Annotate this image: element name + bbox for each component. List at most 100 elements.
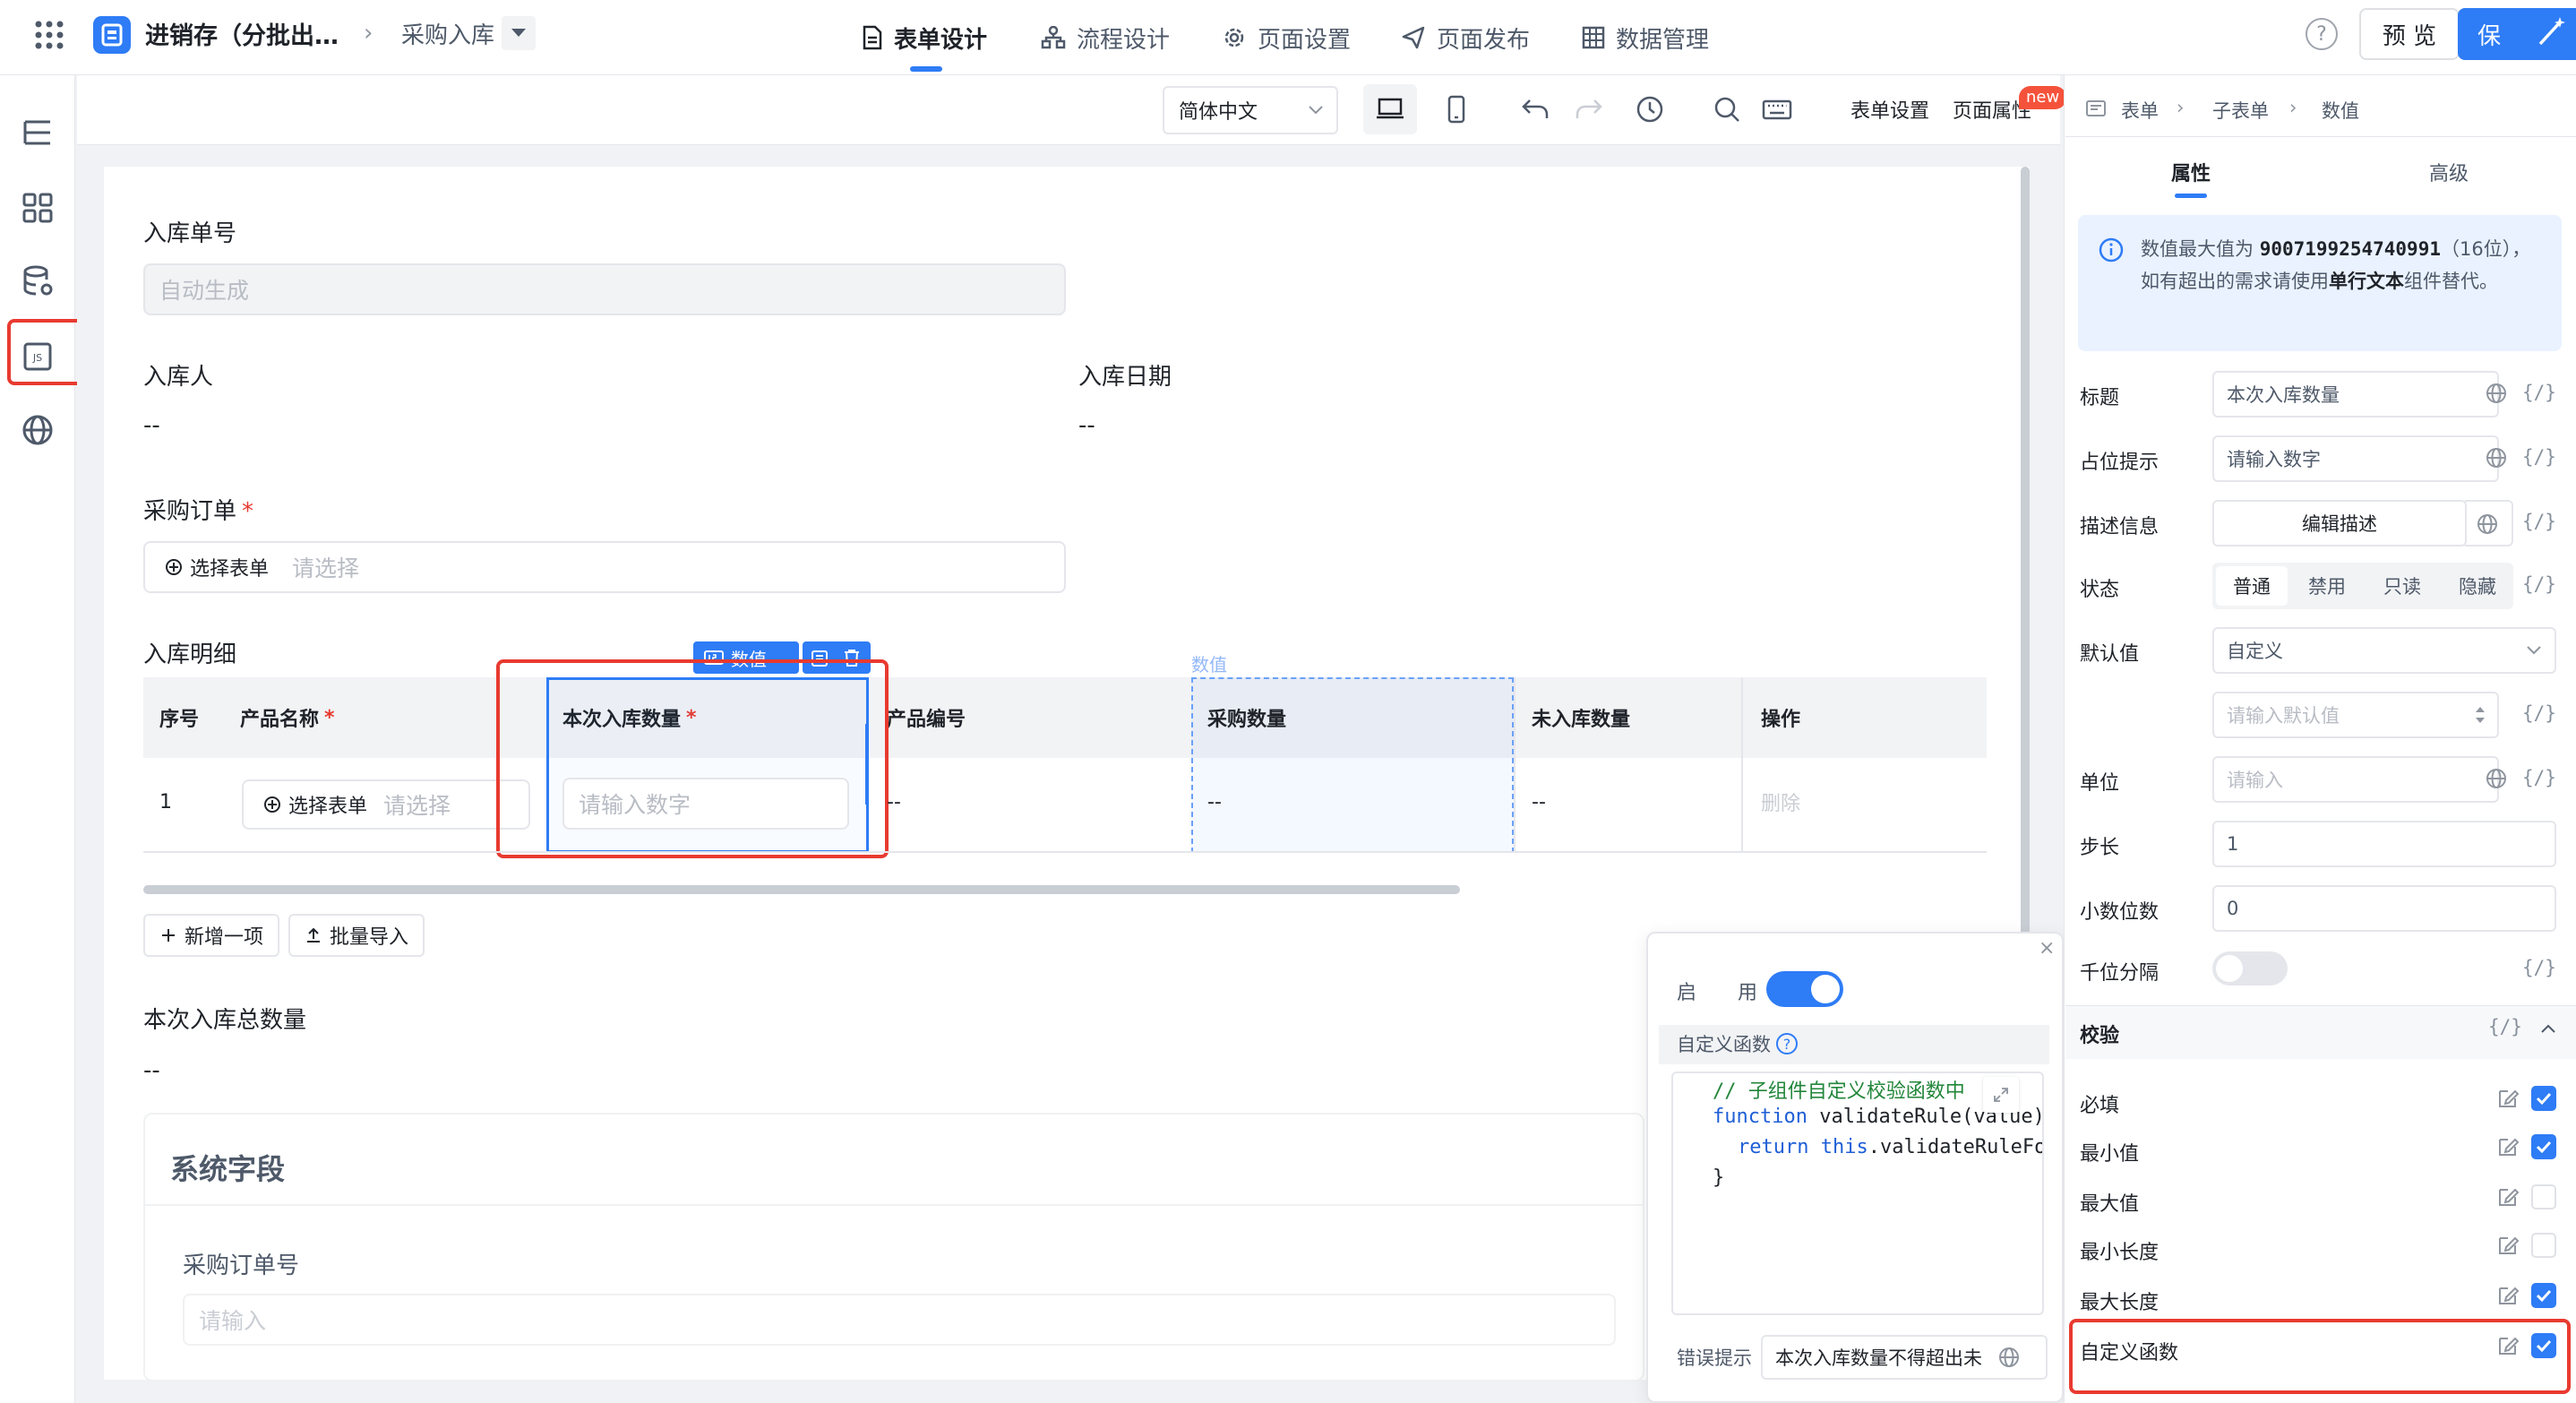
breadcrumb-form[interactable]: 表单 <box>2121 97 2159 124</box>
default-value-input[interactable]: 请输入默认值 <box>2212 692 2499 738</box>
apps-grid-icon[interactable] <box>34 20 64 50</box>
validation-expression-button[interactable]: {/} <box>2488 1016 2522 1037</box>
placeholder-expression-button[interactable]: {/} <box>2522 446 2556 468</box>
undo-icon[interactable] <box>1519 93 1551 125</box>
tab-data-management[interactable]: 数据管理 <box>1582 0 1709 75</box>
page-switch-dropdown[interactable] <box>502 16 536 50</box>
edit-icon[interactable] <box>2495 1134 2520 1159</box>
column-divider <box>1741 677 1743 853</box>
description-expression-button[interactable]: {/} <box>2522 511 2556 532</box>
history-clock-icon[interactable] <box>1634 93 1666 125</box>
app-title[interactable]: 进销存（分批出… <box>145 16 339 51</box>
globe-icon[interactable] <box>2485 446 2508 469</box>
edit-icon[interactable] <box>2495 1283 2520 1308</box>
decimals-input[interactable]: 0 <box>2212 885 2556 932</box>
edit-icon[interactable] <box>2495 1233 2520 1258</box>
rule-max-checkbox[interactable] <box>2531 1184 2556 1209</box>
highlight-js-icon <box>7 319 88 385</box>
default-mode-select[interactable]: 自定义 <box>2212 627 2556 674</box>
placeholder-label: 占位提示 <box>2080 452 2160 474</box>
state-option-readonly[interactable]: 只读 <box>2366 563 2438 609</box>
tab-form-design[interactable]: 表单设计 <box>862 0 987 75</box>
row-product-picker[interactable]: 选择表单 请选择 <box>242 779 530 830</box>
rule-maxlength-checkbox[interactable] <box>2531 1283 2556 1308</box>
row-delete-link[interactable]: 删除 <box>1761 762 1800 842</box>
breadcrumb-subform[interactable]: 子表单 <box>2212 97 2269 124</box>
chevron-down-icon <box>1309 106 1323 115</box>
title-expression-button[interactable]: {/} <box>2522 382 2556 403</box>
keyboard-icon[interactable] <box>1761 93 1793 125</box>
purchase-order-field[interactable]: 选择表单 请选择 <box>143 541 1066 593</box>
chevron-down-icon <box>2527 646 2541 655</box>
code-line-comment: // 子组件自定义校验函数中 <box>1713 1080 1965 1103</box>
page-name[interactable]: 采购入库 <box>401 17 494 50</box>
redo-icon[interactable] <box>1573 93 1605 125</box>
edit-icon[interactable] <box>2495 1086 2520 1111</box>
unit-expression-button[interactable]: {/} <box>2522 767 2556 788</box>
globe-icon[interactable] <box>20 412 56 448</box>
upload-icon <box>307 927 320 943</box>
desktop-view-button[interactable] <box>1363 84 1417 134</box>
validation-label: 校验 <box>2080 1025 2120 1047</box>
edit-description-button[interactable]: 编辑描述 <box>2212 500 2467 547</box>
select-form-button[interactable]: 选择表单 <box>251 785 381 824</box>
components-icon[interactable] <box>20 190 56 226</box>
canvas-scrollbar[interactable] <box>2021 167 2030 946</box>
select-form-button[interactable]: 选择表单 <box>152 547 282 587</box>
laptop-icon <box>1377 98 1404 119</box>
rule-minlength-checkbox[interactable] <box>2531 1233 2556 1258</box>
tab-process-design[interactable]: 流程设计 <box>1041 0 1170 75</box>
unit-input[interactable]: 请输入 <box>2212 756 2499 803</box>
rule-required-checkbox[interactable] <box>2531 1086 2556 1111</box>
table-row-divider <box>143 851 1987 853</box>
state-option-normal[interactable]: 普通 <box>2216 563 2288 609</box>
description-label: 描述信息 <box>2080 516 2160 538</box>
close-icon[interactable]: × <box>2039 937 2055 960</box>
thousands-expression-button[interactable]: {/} <box>2522 957 2556 978</box>
default-expression-button[interactable]: {/} <box>2522 702 2556 724</box>
title-input[interactable]: 本次入库数量 <box>2212 371 2499 417</box>
expand-editor-button[interactable] <box>1983 1077 2019 1113</box>
step-input[interactable]: 1 <box>2212 821 2556 867</box>
enable-label-2: 用 <box>1738 982 1758 1004</box>
rule-minlength-label: 最小长度 <box>2080 1242 2160 1264</box>
tab-page-settings[interactable]: 页面设置 <box>1222 0 1351 75</box>
state-expression-button[interactable]: {/} <box>2522 573 2556 595</box>
stepper-arrows-icon[interactable] <box>2474 704 2486 726</box>
search-icon[interactable] <box>1711 93 1743 125</box>
outline-tree-icon[interactable] <box>20 115 56 151</box>
state-option-disabled[interactable]: 禁用 <box>2291 563 2363 609</box>
row-pending-qty: -- <box>1532 790 1546 813</box>
edit-icon[interactable] <box>2495 1184 2520 1209</box>
preview-button[interactable]: 预 览 <box>2359 8 2460 60</box>
panel-tab-advanced[interactable]: 高级 <box>2429 158 2469 186</box>
globe-icon[interactable] <box>1997 1346 2021 1369</box>
globe-icon[interactable] <box>2485 382 2508 405</box>
rule-min-checkbox[interactable] <box>2531 1134 2556 1159</box>
batch-import-button[interactable]: 批量导入 <box>288 914 425 957</box>
language-select[interactable]: 简体中文 <box>1163 86 1338 134</box>
chevron-up-icon[interactable] <box>2540 1023 2556 1034</box>
mobile-icon[interactable] <box>1440 93 1473 125</box>
active-tab-indicator <box>910 66 942 72</box>
breadcrumb-chevron-icon: › <box>2177 97 2185 118</box>
error-tip-label: 错误提示 <box>1677 1347 1752 1369</box>
placeholder-input[interactable]: 请输入数字 <box>2212 435 2499 482</box>
table-horizontal-scrollbar[interactable] <box>143 885 1460 894</box>
globe-icon[interactable] <box>2485 767 2508 790</box>
tab-page-publish[interactable]: 页面发布 <box>1401 0 1530 75</box>
save-button[interactable]: 保 <box>2458 8 2576 60</box>
description-i18n-button[interactable] <box>2465 500 2513 547</box>
toggle-knob <box>2216 955 2243 982</box>
info-notice: 数值最大值为 9007199254740991（16位），如有超出的需求请使用单… <box>2078 215 2562 351</box>
data-source-icon[interactable] <box>20 263 56 299</box>
add-row-button[interactable]: 新增一项 <box>143 914 280 957</box>
plus-circle-icon <box>166 559 182 575</box>
help-icon[interactable]: ? <box>1776 1033 1798 1054</box>
state-option-hidden[interactable]: 隐藏 <box>2442 563 2513 609</box>
form-settings-button[interactable]: 表单设置 <box>1850 95 1929 124</box>
help-icon[interactable]: ? <box>2306 18 2338 50</box>
code-line-close: } <box>1713 1166 1725 1189</box>
thousands-label: 千位分隔 <box>2080 962 2160 985</box>
panel-tab-properties[interactable]: 属性 <box>2171 158 2211 186</box>
